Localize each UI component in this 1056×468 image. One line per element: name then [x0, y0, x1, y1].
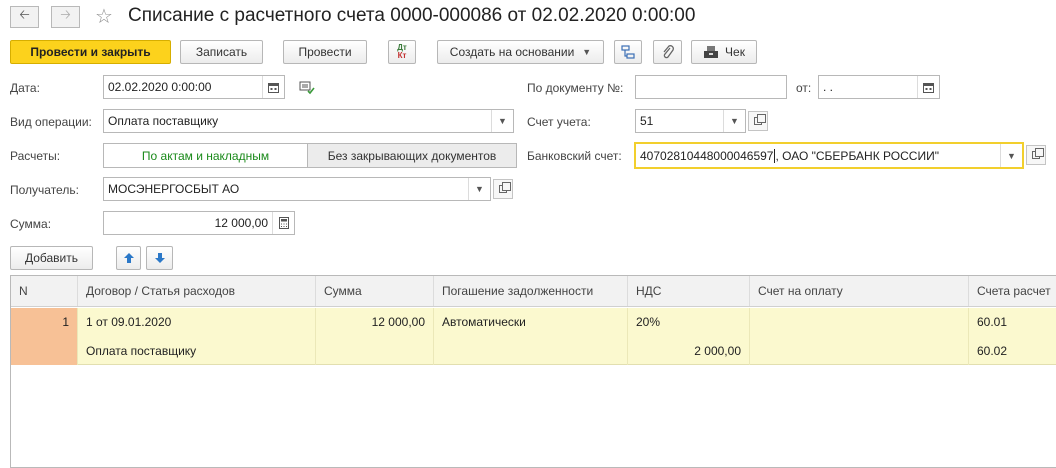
bank-account-label: Банковский счет:	[527, 149, 622, 163]
dt-kt-button[interactable]: Дт Кт	[388, 40, 416, 64]
post-and-close-button[interactable]: Провести и закрыть	[10, 40, 171, 64]
recipient-field[interactable]: МОСЭНЕРГОСБЫТ АО ▼	[103, 177, 491, 201]
chevron-down-icon: ▼	[582, 47, 592, 57]
date-label: Дата:	[10, 81, 40, 95]
row-account-2[interactable]: 60.02	[969, 336, 1056, 365]
from-date-field[interactable]: . .	[818, 75, 940, 99]
row-repayment[interactable]: Автоматически	[434, 308, 628, 336]
chevron-down-icon[interactable]: ▼	[468, 178, 490, 200]
structure-button[interactable]	[614, 40, 642, 64]
column-header-accounts[interactable]: Счета расчет	[969, 276, 1056, 306]
document-structure-icon	[621, 45, 635, 59]
recipient-label: Получатель:	[10, 183, 79, 197]
settlements-label: Расчеты:	[10, 149, 61, 163]
table-row[interactable]: 1 1 от 09.01.2020 Оплата поставщику 12 0…	[11, 308, 1056, 365]
save-button[interactable]: Записать	[180, 40, 263, 64]
move-down-button[interactable]	[146, 246, 173, 270]
open-window-icon	[499, 182, 511, 193]
row-invoice[interactable]	[750, 308, 969, 365]
arrow-down-icon	[154, 253, 165, 263]
cash-register-icon	[704, 46, 719, 58]
open-bank-account-button[interactable]	[1026, 145, 1046, 165]
dt-kt-icon: Дт Кт	[397, 43, 407, 60]
operation-type-select[interactable]: Оплата поставщику ▼	[103, 109, 514, 133]
column-header-n[interactable]: N	[11, 276, 78, 306]
document-number-field[interactable]	[635, 75, 787, 99]
chevron-down-icon[interactable]: ▼	[1000, 144, 1022, 167]
arrow-left-icon: 🡠	[19, 7, 30, 22]
payment-table: N Договор / Статья расходов Сумма Погаше…	[10, 275, 1056, 468]
create-based-on-button[interactable]: Создать на основании ▼	[437, 40, 604, 64]
date-field[interactable]: 02.02.2020 0:00:00	[103, 75, 285, 99]
column-header-vat[interactable]: НДС	[628, 276, 750, 306]
bank-account-field[interactable]: 40702810448000046597, ОАО "СБЕРБАНК РОСС…	[634, 142, 1024, 169]
row-vat-amount[interactable]: 2 000,00	[628, 336, 750, 365]
registry-icon[interactable]	[299, 81, 315, 98]
row-vat-rate[interactable]: 20%	[628, 308, 750, 336]
open-account-button[interactable]	[748, 111, 768, 131]
favorite-star-icon[interactable]: ☆	[95, 4, 113, 29]
paperclip-icon	[663, 45, 674, 59]
arrow-right-icon: 🡢	[60, 7, 71, 22]
calculator-icon[interactable]	[272, 212, 294, 234]
column-header-contract[interactable]: Договор / Статья расходов	[78, 276, 316, 306]
chevron-down-icon[interactable]: ▼	[491, 110, 513, 132]
move-up-button[interactable]	[116, 246, 141, 270]
row-contract[interactable]: 1 от 09.01.2020	[78, 308, 316, 336]
page-title: Списание с расчетного счета 0000-000086 …	[128, 5, 696, 26]
receipt-button[interactable]: Чек	[691, 40, 757, 64]
column-header-amount[interactable]: Сумма	[316, 276, 434, 306]
open-window-icon	[754, 114, 766, 125]
calendar-icon[interactable]	[917, 76, 939, 98]
operation-type-label: Вид операции:	[10, 115, 92, 129]
back-button[interactable]: 🡠	[10, 6, 39, 28]
column-header-repayment[interactable]: Погашение задолженности	[434, 276, 628, 306]
open-recipient-button[interactable]	[493, 179, 513, 199]
amount-label: Сумма:	[10, 217, 52, 231]
row-repayment-empty	[434, 336, 628, 365]
settlements-option-no-documents[interactable]: Без закрывающих документов	[308, 143, 517, 168]
forward-button[interactable]: 🡢	[51, 6, 80, 28]
row-amount[interactable]: 12 000,00	[316, 308, 434, 336]
account-label: Счет учета:	[527, 115, 591, 129]
account-field[interactable]: 51 ▼	[635, 109, 746, 133]
open-window-icon	[1032, 148, 1044, 159]
row-account-1[interactable]: 60.01	[969, 308, 1056, 336]
row-expense-item[interactable]: Оплата поставщику	[78, 336, 316, 365]
amount-field[interactable]: 12 000,00	[103, 211, 295, 235]
chevron-down-icon[interactable]: ▼	[723, 110, 745, 132]
add-row-button[interactable]: Добавить	[10, 246, 93, 270]
settlements-switch: По актам и накладным Без закрывающих док…	[103, 143, 517, 168]
bank-name: , ОАО "СБЕРБАНК РОССИИ"	[775, 148, 939, 163]
calendar-icon[interactable]	[262, 76, 284, 98]
row-amount-empty	[316, 336, 434, 365]
document-number-label: По документу №:	[527, 81, 624, 95]
table-header: N Договор / Статья расходов Сумма Погаше…	[11, 276, 1056, 307]
arrow-up-icon	[123, 253, 134, 263]
settlements-option-acts[interactable]: По актам и накладным	[103, 143, 308, 168]
post-button[interactable]: Провести	[283, 40, 367, 64]
row-number: 1	[11, 308, 78, 365]
column-header-invoice[interactable]: Счет на оплату	[750, 276, 969, 306]
bank-account-number: 40702810448000046597	[640, 148, 776, 163]
attachments-button[interactable]	[653, 40, 682, 64]
from-date-label: от:	[796, 81, 812, 95]
